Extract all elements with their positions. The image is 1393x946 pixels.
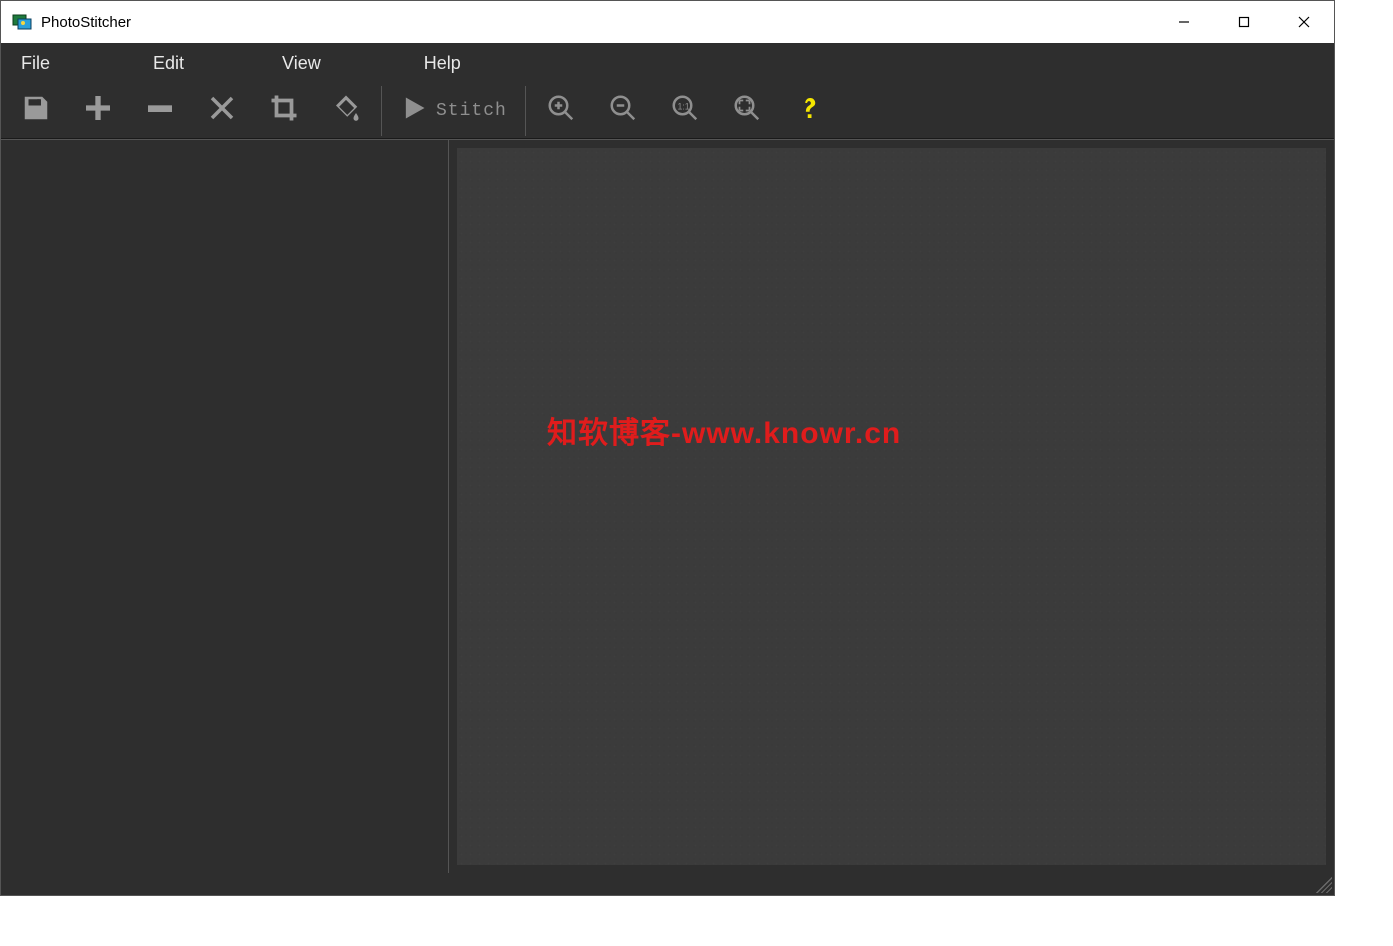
crop-icon [269,93,299,128]
svg-text:1:1: 1:1 [677,101,689,111]
menu-edit[interactable]: Edit [139,43,198,83]
menu-bar: File Edit View Help [1,43,1334,83]
zoom-in-icon [546,93,576,128]
app-icon [11,11,33,33]
close-icon [207,93,237,128]
workspace: 知软博客-www.knowr.cn [1,139,1334,873]
toolbar-separator [381,86,382,136]
zoom-out-icon [608,93,638,128]
save-button[interactable] [5,85,67,137]
canvas-area[interactable]: 知软博客-www.knowr.cn [457,148,1326,865]
toolbar-separator [525,86,526,136]
zoom-1-1-icon: 1:1 [670,93,700,128]
resize-grip[interactable] [1316,877,1332,893]
maximize-button[interactable] [1214,1,1274,43]
save-icon [21,93,51,128]
crop-button[interactable] [253,85,315,137]
help-button[interactable] [778,85,840,137]
menu-label: Help [424,53,461,74]
menu-label: File [21,53,50,74]
toolbar: Stitch 1:1 [1,83,1334,139]
zoom-fit-icon [732,93,762,128]
question-icon [794,93,824,128]
menu-label: Edit [153,53,184,74]
zoom-out-button[interactable] [592,85,654,137]
image-list-panel[interactable] [1,140,449,873]
menu-help[interactable]: Help [410,43,475,83]
minus-icon [144,92,176,129]
close-button[interactable] [1274,1,1334,43]
minimize-button[interactable] [1154,1,1214,43]
stitch-button[interactable]: Stitch [386,85,521,137]
remove-image-button[interactable] [129,85,191,137]
stitch-label: Stitch [436,101,507,121]
clear-button[interactable] [191,85,253,137]
app-window: PhotoStitcher File Edit View Help [0,0,1335,896]
add-images-button[interactable] [67,85,129,137]
title-bar: PhotoStitcher [1,1,1334,43]
zoom-in-button[interactable] [530,85,592,137]
fill-button[interactable] [315,85,377,137]
watermark-text: 知软博客-www.knowr.cn [547,408,901,452]
play-icon [400,94,428,127]
zoom-actual-button[interactable]: 1:1 [654,85,716,137]
menu-view[interactable]: View [268,43,335,83]
window-controls [1154,1,1334,43]
status-bar [1,873,1334,895]
menu-label: View [282,53,321,74]
plus-icon [82,92,114,129]
zoom-fit-button[interactable] [716,85,778,137]
paint-bucket-icon [331,93,361,128]
window-title: PhotoStitcher [41,14,131,31]
menu-file[interactable]: File [7,43,64,83]
